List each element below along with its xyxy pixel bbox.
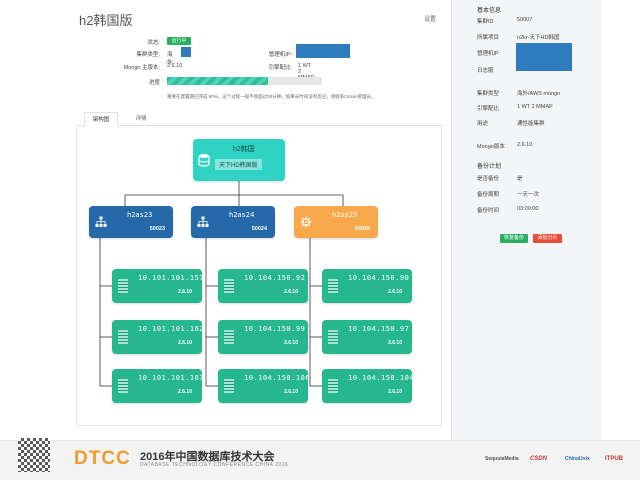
restore-backup-button[interactable]: 恢复备份 [500,234,528,243]
project-label: 所属项目 [477,35,500,41]
replica-ip: 10.104.150.104 [348,374,415,382]
replica-node[interactable]: 10.104.150.90 2.6.10 [322,269,412,303]
add-shard-button[interactable]: 添加分片 [533,234,562,243]
server-icon [118,330,128,344]
qr-code [18,438,50,472]
replica-version: 2.6.10 [388,340,402,346]
conference-subtitle: DATABASE TECHNOLOGY CONFERENCE CHINA 201… [140,462,289,468]
sponsor-logo: SequoiaMedia [485,456,519,462]
network-icon [95,216,107,227]
sponsor-logo: ITPUB [605,456,623,462]
server-icon [224,379,234,393]
sidebar-engine-value: 1 WT 2 MMAP [517,104,553,110]
replica-node[interactable]: 10.101.101.162 2.6.10 [112,320,205,354]
replica-version: 2.6.10 [178,389,192,395]
replica-node[interactable]: 10.104.150.106 2.6.10 [218,369,311,403]
server-icon [328,379,338,393]
root-node-label: 天下HD韩国版 [215,159,262,170]
replica-ip: 10.104.150.97 [348,325,410,333]
replica-ip: 10.104.150.90 [348,274,410,282]
replica-node[interactable]: 10.101.101.167 2.6.10 [112,369,205,403]
server-icon [328,330,338,344]
shard-name: h2as23 [127,211,153,219]
sponsor-logo: ChinaUnix [565,456,590,462]
replica-node[interactable]: 10.104.150.92 2.6.10 [218,269,308,303]
sidebar-engine-label: 引擎配比 [477,106,500,112]
cluster-id-value: 50007 [517,17,533,23]
dtcc-logo: DTCC [74,448,131,469]
shard-node[interactable]: h2as25 50025 [294,206,378,238]
shard-name: h2as24 [229,211,255,219]
replica-ip: 10.104.150.92 [244,274,306,282]
backup-heading: 备份计划 [477,164,502,170]
backup-time-label: 备份时间 [477,208,500,214]
replica-ip: 10.101.101.157 [138,274,205,282]
shard-port: 50024 [251,226,267,232]
cluster-id-label: 集群ID [477,19,494,25]
project-value: n2kr-天下HD韩国 [517,35,560,41]
replica-version: 2.6.10 [388,389,402,395]
backup-enabled-value: 是 [517,176,523,182]
replica-node[interactable]: 10.101.101.157 2.6.10 [112,269,205,303]
sidebar-mongo-version-label: Mongo版本 [477,144,505,150]
log-label: 日志服 [477,68,494,74]
replica-ip: 10.104.150.99 [244,325,306,333]
replica-version: 2.6.10 [284,340,298,346]
replica-ip: 10.104.150.106 [244,374,311,382]
shard-port: 50025 [354,226,370,232]
gear-icon [300,216,312,228]
replica-version: 2.6.10 [178,340,192,346]
replica-node[interactable]: 10.104.150.99 2.6.10 [218,320,308,354]
server-icon [224,330,234,344]
shard-node[interactable]: h2as24 50024 [191,206,275,238]
basic-info-heading: 基本信息 [477,8,502,14]
replica-version: 2.6.10 [178,289,192,295]
database-icon [198,154,210,167]
usage-value: 通性能集群 [517,121,545,127]
root-node[interactable]: h2韩国 天下HD韩国版 [193,139,285,181]
backup-cycle-value: 一天一次 [517,192,540,198]
shard-node[interactable]: h2as23 50023 [89,206,173,238]
server-icon [224,279,234,293]
sponsor-logo: CSDN [530,456,548,462]
replica-version: 2.6.10 [284,289,298,295]
root-node-name: h2韩国 [233,146,255,153]
redacted-ip [516,43,572,71]
replica-ip: 10.101.101.167 [138,374,205,382]
replica-version: 2.6.10 [388,289,402,295]
backup-cycle-label: 备份周期 [477,192,500,198]
sidebar-admin-ip-label: 管理机IP [477,51,499,57]
replica-ip: 10.101.101.162 [138,325,205,333]
usage-label: 用途 [477,121,489,127]
network-icon [197,216,209,227]
server-icon [328,279,338,293]
sidebar-mongo-version-value: 2.6.10 [517,142,533,148]
server-icon [118,279,128,293]
sidebar-cluster-type-label: 集群类型 [477,91,500,97]
backup-time-value: 03:00:00 [517,206,539,212]
shard-name: h2as25 [332,211,358,219]
replica-node[interactable]: 10.104.150.97 2.6.10 [322,320,412,354]
shard-port: 50023 [149,226,165,232]
replica-node[interactable]: 10.104.150.104 2.6.10 [322,369,415,403]
backup-enabled-label: 是否备份 [477,176,500,182]
replica-version: 2.6.10 [284,389,298,395]
sidebar-cluster-type-value: 海外/AWS mongo [517,91,561,97]
server-icon [118,379,128,393]
